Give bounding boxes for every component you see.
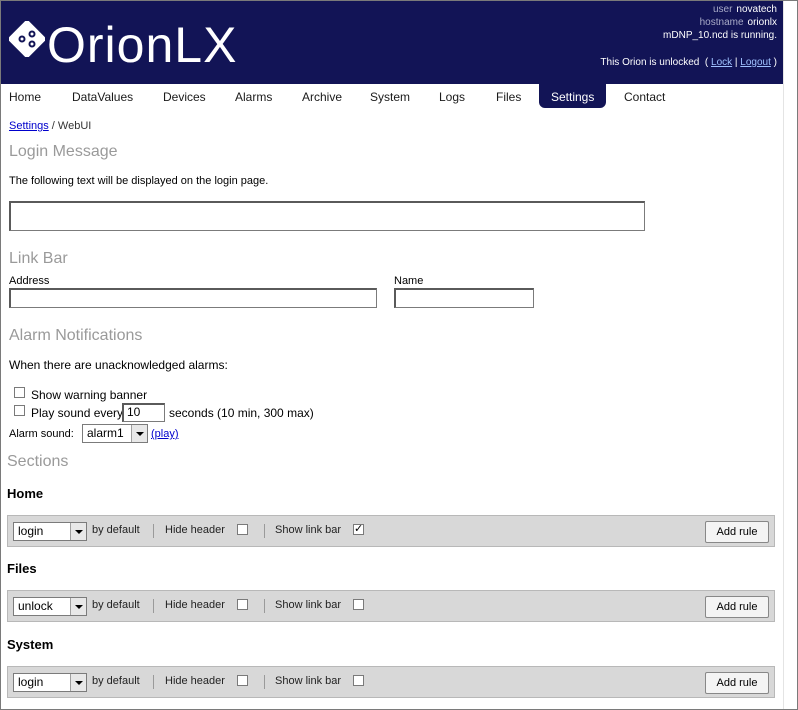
show-banner-label: Show warning banner — [31, 388, 148, 402]
name-input[interactable] — [394, 288, 534, 308]
nav-system[interactable]: System — [370, 84, 410, 108]
system-by-default-label: by default — [92, 675, 140, 687]
lock-status-line: This Orion is unlocked ( Lock | Logout ) — [600, 57, 777, 68]
section-home-title: Home — [7, 486, 44, 501]
hostname-label: hostname — [699, 17, 744, 28]
divider — [153, 675, 154, 689]
home-hide-header-checkbox[interactable] — [237, 524, 248, 535]
interval-suffix: seconds (10 min, 300 max) — [169, 406, 314, 420]
system-default-select[interactable]: login — [13, 673, 87, 692]
divider — [153, 524, 154, 538]
alarm-intro: When there are unacknowledged alarms: — [9, 358, 228, 372]
files-show-link-bar-label: Show link bar — [275, 599, 342, 611]
divider — [264, 524, 265, 538]
files-hide-header-checkbox[interactable] — [237, 599, 248, 610]
system-hide-header-checkbox[interactable] — [237, 675, 248, 686]
home-add-rule-button[interactable]: Add rule — [705, 521, 769, 543]
login-message-description: The following text will be displayed on … — [9, 175, 269, 187]
breadcrumb: Settings / WebUI — [9, 120, 92, 132]
nav-contact[interactable]: Contact — [624, 84, 665, 108]
system-default-value: login — [18, 675, 44, 689]
address-input[interactable] — [9, 288, 377, 308]
home-default-value: login — [18, 524, 44, 538]
nav-home[interactable]: Home — [9, 84, 41, 108]
sound-interval-input[interactable]: 10 — [122, 403, 165, 422]
link-bar-heading: Link Bar — [9, 250, 68, 267]
main-nav: Home DataValues Devices Alarms Archive S… — [1, 84, 783, 110]
section-system-bar: login by default Hide header Show link b… — [7, 666, 775, 698]
files-by-default-label: by default — [92, 599, 140, 611]
section-system-title: System — [7, 637, 54, 652]
address-label: Address — [9, 275, 50, 287]
chevron-down-icon[interactable] — [70, 674, 86, 691]
alarm-sound-label: Alarm sound: — [9, 428, 74, 440]
session-info: user novatech hostname orionlx mDNP_10.ncd… — [663, 3, 777, 42]
system-show-link-bar-checkbox[interactable] — [353, 675, 364, 686]
running-status: mDNP_10.ncd is running. — [663, 30, 777, 41]
alarm-sound-select[interactable]: alarm1 — [82, 424, 148, 443]
login-message-heading: Login Message — [9, 143, 118, 160]
name-label: Name — [394, 275, 424, 287]
section-home-bar: login by default Hide header Show link b… — [7, 515, 775, 547]
home-show-link-bar-checkbox[interactable] — [353, 522, 364, 535]
chevron-down-icon[interactable] — [70, 598, 86, 615]
play-sound-link[interactable]: (play) — [151, 428, 179, 440]
nav-files[interactable]: Files — [496, 84, 521, 108]
nav-archive[interactable]: Archive — [302, 84, 342, 108]
header-banner: OrionLX user novatech hostname orionlx mDN… — [1, 1, 783, 84]
lock-status: This Orion is unlocked — [600, 57, 700, 68]
alarm-notifications-heading: Alarm Notifications — [9, 327, 143, 344]
system-hide-header-label: Hide header — [165, 675, 225, 687]
logout-link[interactable]: Logout — [740, 57, 771, 68]
alarm-sound-value: alarm1 — [87, 426, 124, 440]
files-default-select[interactable]: unlock — [13, 597, 87, 616]
section-files-title: Files — [7, 561, 37, 576]
nav-settings[interactable]: Settings — [539, 84, 607, 108]
home-default-select[interactable]: login — [13, 522, 87, 541]
nav-alarms[interactable]: Alarms — [235, 84, 272, 108]
home-show-link-bar-label: Show link bar — [275, 524, 342, 536]
breadcrumb-current: WebUI — [57, 120, 92, 132]
nav-datavalues[interactable]: DataValues — [72, 84, 133, 108]
login-message-input[interactable] — [9, 201, 645, 231]
files-add-rule-button[interactable]: Add rule — [705, 596, 769, 618]
user-value: novatech — [736, 4, 777, 15]
hostname-value: orionlx — [747, 17, 777, 28]
divider — [153, 599, 154, 613]
home-hide-header-label: Hide header — [165, 524, 225, 536]
home-by-default-label: by default — [92, 524, 140, 536]
system-add-rule-button[interactable]: Add rule — [705, 672, 769, 694]
logo-text: OrionLX — [47, 17, 238, 73]
system-show-link-bar-label: Show link bar — [275, 675, 342, 687]
show-banner-checkbox[interactable] — [14, 387, 25, 398]
breadcrumb-settings-link[interactable]: Settings — [9, 120, 49, 132]
sections-heading: Sections — [7, 453, 69, 470]
play-sound-checkbox[interactable] — [14, 405, 25, 416]
files-default-value: unlock — [18, 599, 53, 613]
divider — [264, 599, 265, 613]
lock-link[interactable]: Lock — [711, 57, 732, 68]
orion-logo-icon — [9, 21, 45, 57]
scrollbar-track[interactable] — [783, 1, 797, 709]
section-files-bar: unlock by default Hide header Show link … — [7, 590, 775, 622]
chevron-down-icon[interactable] — [131, 425, 147, 442]
chevron-down-icon[interactable] — [70, 523, 86, 540]
page-frame: OrionLX user novatech hostname orionlx mDN… — [0, 0, 798, 710]
files-hide-header-label: Hide header — [165, 599, 225, 611]
play-sound-label: Play sound every — [31, 406, 124, 420]
nav-logs[interactable]: Logs — [439, 84, 465, 108]
user-label: user — [712, 4, 733, 15]
files-show-link-bar-checkbox[interactable] — [353, 599, 364, 610]
nav-devices[interactable]: Devices — [163, 84, 206, 108]
divider — [264, 675, 265, 689]
